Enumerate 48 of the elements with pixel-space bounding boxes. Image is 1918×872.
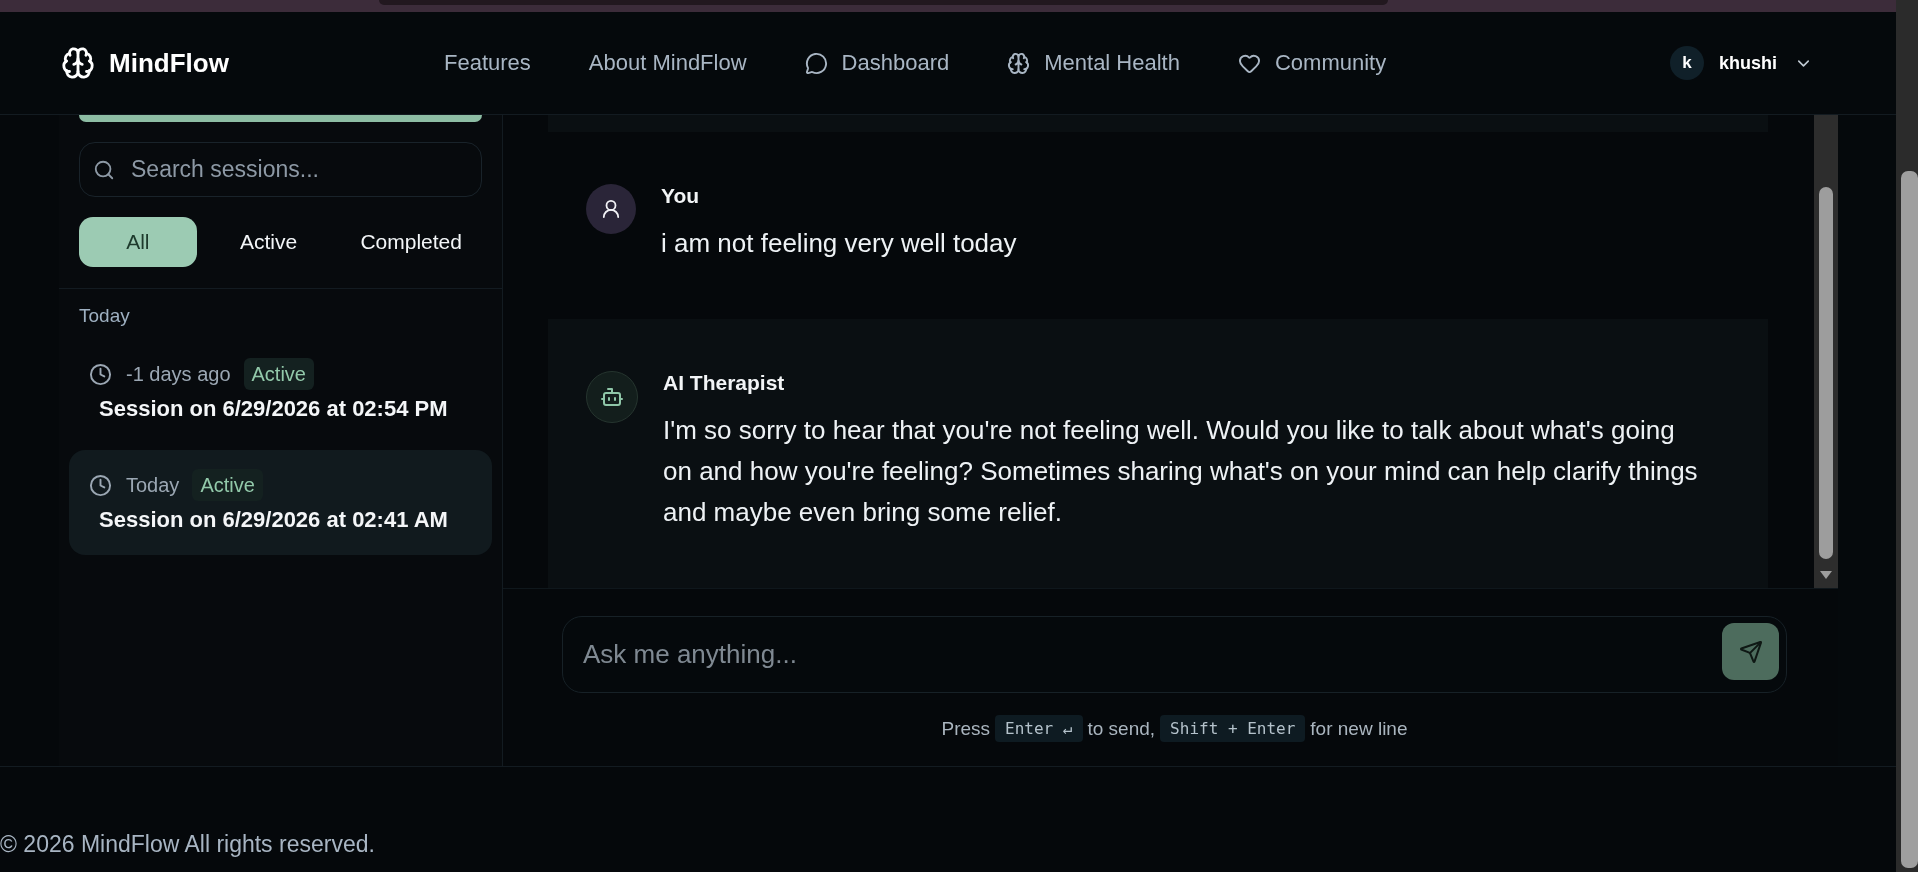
search-field[interactable]: Search sessions... (79, 142, 482, 197)
robot-icon (586, 371, 638, 423)
session-item[interactable]: -1 days ago Active Session on 6/29/2026 at 02:54 PM (69, 339, 492, 444)
sender-name: AI Therapist (663, 371, 786, 395)
message-text: i am not feeling very well today (661, 227, 1017, 260)
nav-link[interactable]: Dashboard (804, 50, 950, 76)
send-icon (1738, 639, 1763, 664)
brain-icon (1007, 51, 1031, 75)
user-name[interactable]: khushi (1719, 52, 1777, 74)
send-button[interactable] (1722, 623, 1779, 680)
keyboard-key: Enter ↵ (995, 715, 1083, 742)
clock-icon (89, 473, 112, 497)
scrollbar-track[interactable] (1814, 115, 1838, 588)
clock-icon (89, 362, 112, 386)
person-icon (586, 184, 636, 234)
chat-bubble-icon (804, 51, 828, 75)
nav-link[interactable]: Features (444, 50, 531, 76)
group-label: Today (79, 305, 131, 327)
search-icon (93, 159, 115, 181)
scrollbar-thumb[interactable] (1819, 187, 1833, 559)
clipped-button[interactable] (79, 115, 482, 122)
message-input[interactable]: Ask me anything... (562, 616, 1787, 693)
page-scrollbar-thumb[interactable] (1901, 171, 1918, 868)
hint-text: for new line (1310, 717, 1408, 740)
page-scrollbar-track[interactable] (1896, 0, 1918, 872)
session-item[interactable]: Today Active Session on 6/29/2026 at 02:41 AM (69, 450, 492, 555)
filter-tab[interactable]: Completed (340, 217, 482, 267)
session-time: -1 days ago (126, 362, 231, 386)
status-badge: Active (192, 469, 263, 501)
brand-name[interactable]: MindFlow (109, 47, 229, 79)
copyright-text: © 2026 MindFlow All rights reserved. (0, 831, 375, 857)
session-title: Session on 6/29/2026 at 02:41 AM (99, 508, 449, 532)
scroll-down-arrow-icon[interactable] (1819, 570, 1833, 580)
filter-tab[interactable]: Active (204, 217, 333, 267)
session-time: Today (126, 473, 180, 497)
status-badge: Active (243, 358, 314, 390)
logo-brain-icon[interactable] (61, 46, 95, 80)
message-text: I'm so sorry to hear that you're not feeling well. Would you like to talk about what's going on and how you're feeling? Sometimes sharing what's on your mind can help clarify things and maybe even bring some relief. (663, 414, 1699, 529)
hint-text: to send, (1087, 717, 1156, 740)
filter-tab[interactable]: All (79, 217, 197, 267)
hint-text: Press (941, 717, 991, 740)
keyboard-key: Shift + Enter (1160, 715, 1306, 742)
sender-name: You (661, 184, 701, 208)
user-avatar[interactable]: k (1670, 46, 1704, 80)
nav-link[interactable]: About MindFlow (588, 50, 747, 76)
nav-link[interactable]: Community (1237, 50, 1387, 76)
session-title: Session on 6/29/2026 at 02:54 PM (99, 397, 449, 421)
nav-link[interactable]: Mental Health (1007, 50, 1180, 76)
